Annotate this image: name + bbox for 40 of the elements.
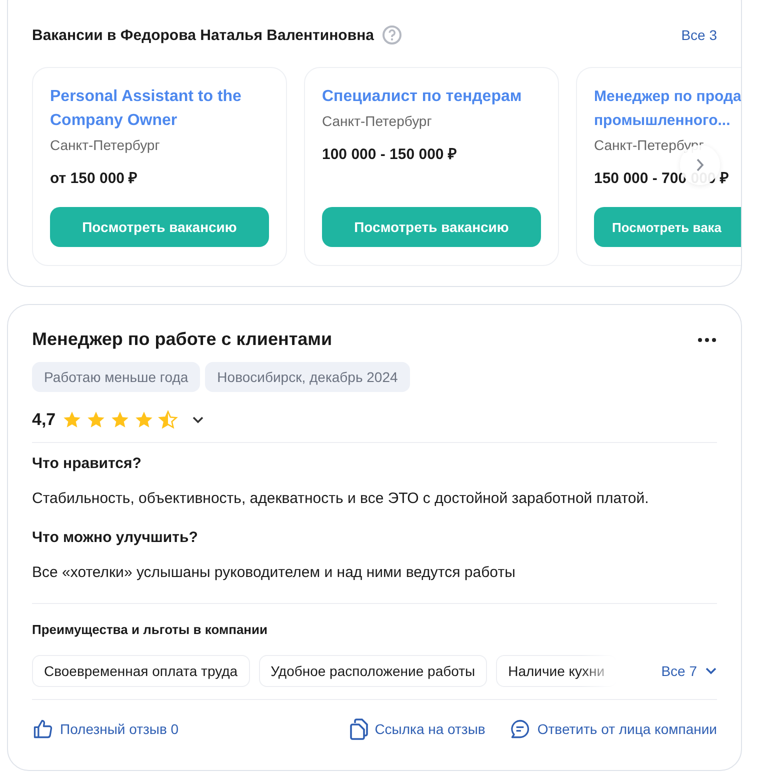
view-vacancy-button[interactable]: Посмотреть вакансию [322,207,541,247]
all-vacancies-link[interactable]: Все 3 [681,27,717,43]
action-link[interactable]: Ссылка на отзыв [348,718,486,740]
thumbs-up-icon [32,718,54,740]
review-title: Менеджер по работе с клиентами [32,329,332,350]
vacancy-title-link[interactable]: Personal Assistant to the Company Owner [50,85,269,133]
chat-icon [509,718,532,740]
star-icon [134,410,154,430]
section-heading: Что можно улучшить? [32,529,199,546]
star-icon [158,410,178,430]
section-title: Вакансии в Федорова Наталья Валентиновна [32,26,374,44]
view-vacancy-button[interactable]: Посмотреть вака [594,207,741,247]
review-tag: Работаю меньше года [32,362,200,392]
star-icon [62,410,82,430]
vacancy-city: Санкт-Петербург [594,137,705,153]
copy-icon [348,718,369,740]
benefit-chip: Своевременная оплата труда [32,655,250,687]
star-icon [110,410,130,430]
chevron-down-icon[interactable] [192,416,204,424]
view-vacancy-button[interactable]: Посмотреть вакансию [50,207,269,247]
chevron-right-icon [695,158,705,172]
vacancy-salary: от 150 000 ₽ [50,169,139,187]
benefits-heading: Преимущества и льготы в компании [32,622,268,637]
review-text: Все «хотелки» услышаны руководителем и над ними ведутся работы [32,564,516,581]
all-benefits-link[interactable]: Все 7 [661,663,717,679]
benefit-chip: Удобное расположение работы [258,655,488,687]
review-tag: Новосибирск, декабрь 2024 [205,362,410,392]
vacancy-city: Санкт-Петербург [50,137,161,153]
vacancy-salary: 100 000 - 150 000 ₽ [322,145,458,163]
chevron-down-icon [705,667,717,675]
vacancy-title-link[interactable]: Менеджер по прода промышленного... [594,85,741,133]
action-link[interactable]: Ответить от лица компании [509,718,717,740]
review-text: Стабильность, объективность, адекватность и все ЭТО с достойной заработной платой. [32,490,650,507]
star-icon [86,410,106,430]
section-heading: Что нравится? [32,455,142,472]
rating-value: 4,7 [32,410,56,430]
more-icon[interactable] [697,336,717,342]
vacancy-city: Санкт-Петербург [322,113,433,129]
action-link[interactable]: Полезный отзыв 0 [32,718,179,740]
vacancy-title-link[interactable]: Специалист по тендерам [322,85,541,109]
